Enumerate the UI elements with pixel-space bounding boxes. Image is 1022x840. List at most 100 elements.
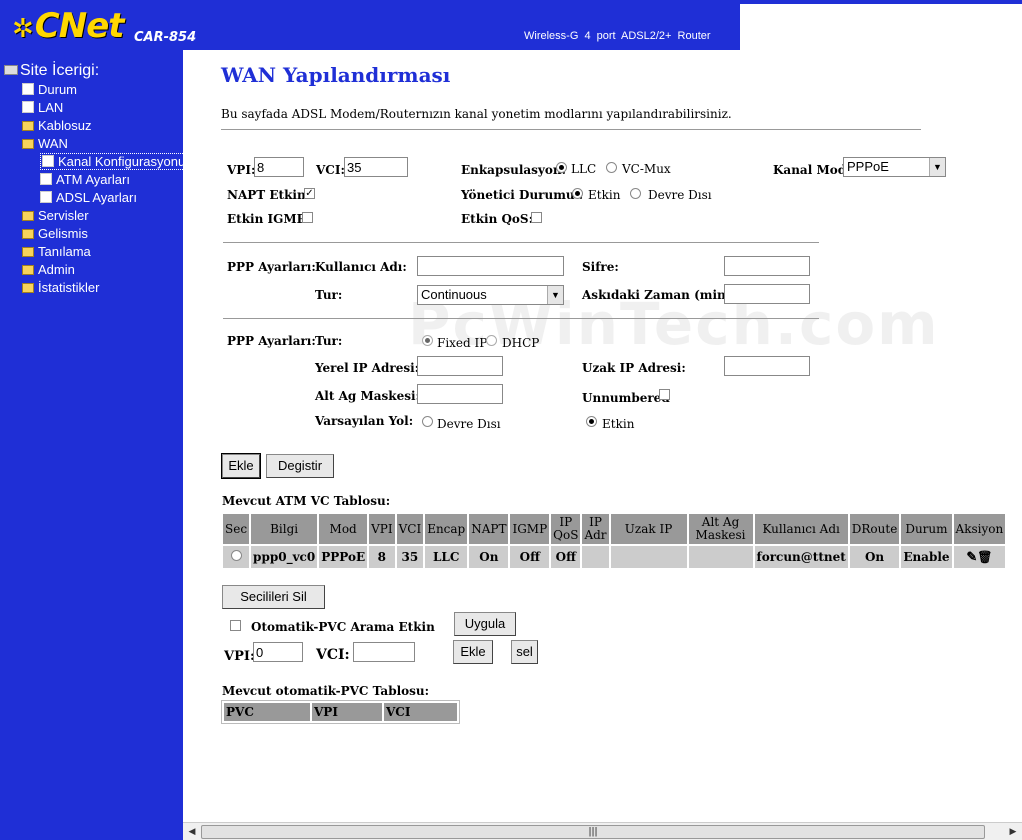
channel-mode-select[interactable]: PPPoE ▼ <box>843 157 946 177</box>
dropdown-arrow-icon: ▼ <box>547 286 563 304</box>
napt-label: NAPT Etkin: <box>227 188 311 202</box>
col-header: Alt Ag Maskesi <box>688 514 753 544</box>
col-header: VPI <box>369 514 395 544</box>
cell-igmp: Off <box>510 546 550 568</box>
ppp-ip-settings-label: PPP Ayarları: <box>227 334 316 348</box>
col-header: Sec <box>223 514 250 544</box>
sidebar-item-gelismis[interactable]: Gelismis <box>22 226 88 241</box>
sidebar-item-admin[interactable]: Admin <box>22 262 75 277</box>
scroll-right-icon[interactable]: ▶ <box>1006 825 1020 839</box>
auto-pvc-checkbox[interactable] <box>230 620 241 631</box>
dhcp-label: DHCP <box>502 336 540 350</box>
sidebar-root-label: Site İcerigi: <box>20 62 100 79</box>
admin-status-label: Yönetici Durumu : <box>461 188 584 202</box>
col-header: Durum <box>901 514 952 544</box>
username-input[interactable] <box>417 256 564 276</box>
admin-disabled-radio[interactable] <box>630 188 641 199</box>
table-row: ppp0_vc0 PPPoE 8 35 LLC On Off Off forcu… <box>223 546 1006 568</box>
remote-ip-input[interactable] <box>724 356 810 376</box>
encap-llc-radio[interactable] <box>556 162 567 173</box>
sidebar-item-istatistikler[interactable]: İstatistikler <box>22 280 99 295</box>
col-header: VPI <box>312 703 382 721</box>
col-header: IP QoS <box>551 514 581 544</box>
scroll-thumb[interactable]: ||| <box>201 825 985 839</box>
password-label: Sifre: <box>582 260 619 274</box>
subnet-mask-label: Alt Ag Maskesi: <box>315 389 420 403</box>
edit-pencil-icon[interactable]: ✎ <box>966 550 977 565</box>
unnumbered-checkbox[interactable] <box>659 389 670 400</box>
password-input[interactable] <box>724 256 810 276</box>
default-route-enabled-label: Etkin <box>602 417 635 431</box>
admin-enabled-label: Etkin <box>588 188 621 202</box>
default-route-label: Varsayılan Yol: <box>315 414 414 428</box>
atm-vc-table: Sec Bilgi Mod VPI VCI Encap NAPT IGMP IP… <box>221 512 1007 570</box>
local-ip-input[interactable] <box>417 356 503 376</box>
col-header: Mod <box>319 514 368 544</box>
trash-icon[interactable]: 🗑 <box>977 550 992 564</box>
logo-text: CNet <box>34 6 125 46</box>
sidebar-item-kablosuz[interactable]: Kablosuz <box>22 118 91 133</box>
encap-vcmux-label: VC-Mux <box>622 162 671 176</box>
folder-icon <box>22 121 34 131</box>
sidebar-item-lan[interactable]: LAN <box>22 100 63 115</box>
sidebar-item-label: Kablosuz <box>38 118 92 133</box>
sidebar-item-adsl-ayarlari[interactable]: ADSL Ayarları <box>40 190 137 205</box>
modify-button[interactable]: Degistir <box>266 454 334 478</box>
sidebar-item-tanilama[interactable]: Tanılama <box>22 244 91 259</box>
connection-type-select[interactable]: Continuous ▼ <box>417 285 564 305</box>
sidebar-item-label: Gelismis <box>38 226 88 241</box>
scroll-left-icon[interactable]: ◀ <box>185 825 199 839</box>
apply-button[interactable]: Uygula <box>454 612 516 636</box>
vci-input[interactable] <box>344 157 408 177</box>
cell-napt: On <box>469 546 509 568</box>
auto-add-button[interactable]: Ekle <box>453 640 493 664</box>
admin-enabled-radio[interactable] <box>572 188 583 199</box>
ppp-settings-label: PPP Ayarları: <box>227 260 316 274</box>
napt-checkbox[interactable]: ✓ <box>304 188 315 199</box>
cell-subnet-mask <box>688 546 753 568</box>
col-header: IP Adr <box>582 514 609 544</box>
qos-label: Etkin QoS: <box>461 212 534 226</box>
header-strip <box>740 0 1022 4</box>
divider <box>223 318 819 319</box>
col-header: Uzak IP <box>610 514 687 544</box>
cell-status: Enable <box>901 546 952 568</box>
ip-type-label: Tur: <box>315 334 343 348</box>
idle-time-input[interactable] <box>724 284 810 304</box>
fixed-ip-label: Fixed IP <box>437 336 488 350</box>
local-ip-label: Yerel IP Adresi: <box>315 361 420 375</box>
auto-vpi-input[interactable] <box>253 642 303 662</box>
admin-disabled-label: Devre Dısı <box>648 188 712 202</box>
col-header: IGMP <box>510 514 550 544</box>
auto-sel-button[interactable]: sel <box>511 640 538 664</box>
connection-type-label: Tur: <box>315 288 343 302</box>
delete-selected-button[interactable]: Secilileri Sil <box>222 585 325 609</box>
dhcp-radio[interactable] <box>486 335 497 346</box>
sidebar-item-atm-ayarlari[interactable]: ATM Ayarları <box>40 172 130 187</box>
default-route-enabled-radio[interactable] <box>586 416 597 427</box>
encap-vcmux-radio[interactable] <box>606 162 617 173</box>
atm-table-title: Mevcut ATM VC Tablosu: <box>222 494 391 508</box>
sidebar-item-kanal-konfigurasyonu[interactable]: Kanal Konfigurasyonu <box>40 153 188 170</box>
sidebar-item-label: Durum <box>38 82 78 97</box>
qos-checkbox[interactable] <box>531 212 542 223</box>
col-header: DRoute <box>849 514 900 544</box>
add-button[interactable]: Ekle <box>221 453 261 479</box>
fixed-ip-radio[interactable] <box>422 335 433 346</box>
igmp-checkbox[interactable] <box>302 212 313 223</box>
sidebar-item-wan[interactable]: WAN <box>22 136 68 151</box>
auto-pvc-table-title: Mevcut otomatik-PVC Tablosu: <box>222 684 430 698</box>
row-select-radio[interactable] <box>230 550 242 561</box>
auto-vci-input[interactable] <box>353 642 415 662</box>
unnumbered-label: Unnumbered <box>582 391 670 405</box>
sidebar-item-durum[interactable]: Durum <box>22 82 77 97</box>
tree-root-icon <box>4 65 18 75</box>
igmp-label: Etkin IGMP: <box>227 212 310 226</box>
col-header: Kullanıcı Adı <box>754 514 848 544</box>
horizontal-scrollbar[interactable]: ◀ ||| ▶ <box>183 822 1022 840</box>
vpi-input[interactable] <box>254 157 304 177</box>
sidebar-item-servisler[interactable]: Servisler <box>22 208 89 223</box>
subnet-mask-input[interactable] <box>417 384 503 404</box>
default-route-disabled-radio[interactable] <box>422 416 433 427</box>
page-icon <box>22 101 34 113</box>
